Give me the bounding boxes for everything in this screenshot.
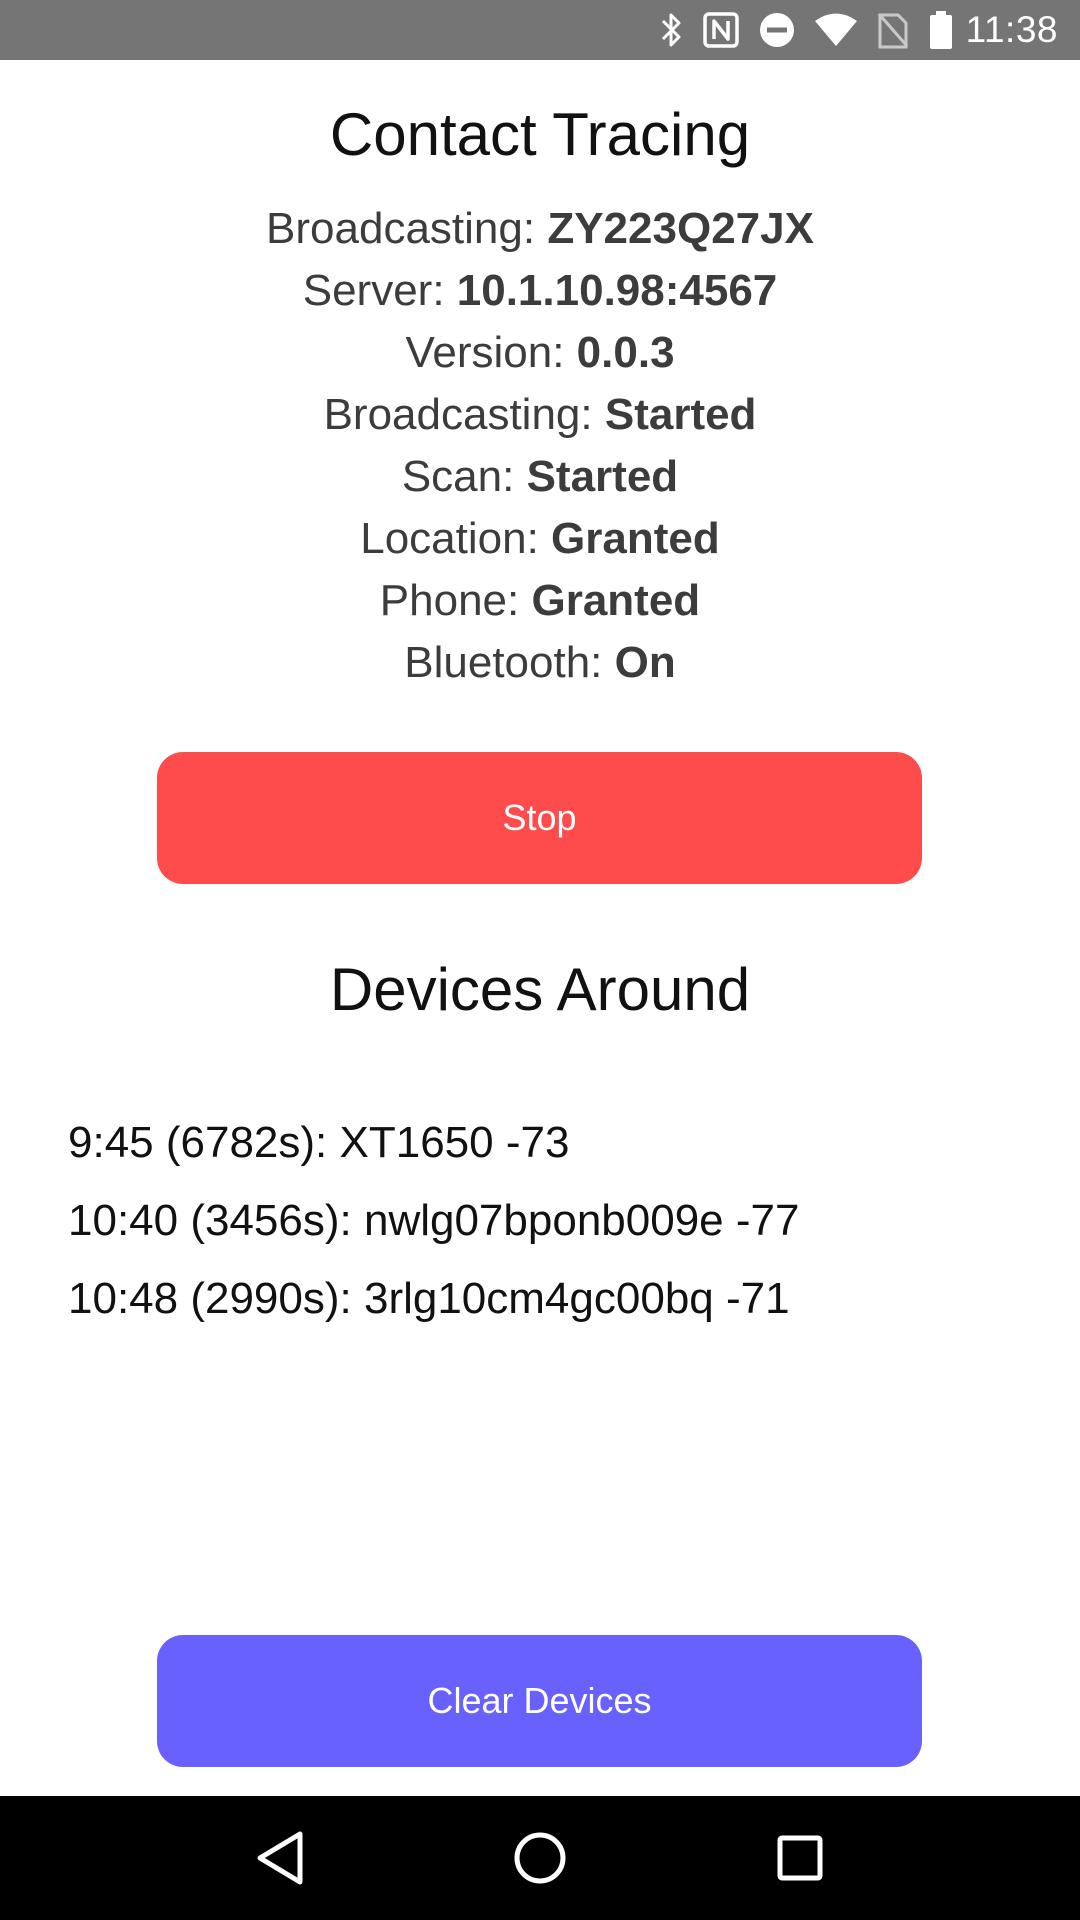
info-value: Started — [604, 390, 757, 439]
app-content: Contact Tracing Broadcasting: ZY223Q27JX… — [0, 60, 1080, 1796]
status-bar: 11:38 — [0, 0, 1080, 60]
home-icon[interactable] — [490, 1808, 590, 1908]
info-bluetooth: Bluetooth: On — [404, 638, 676, 687]
info-value: Started — [526, 452, 679, 501]
list-item: 9:45 (6782s): XT1650 -73 — [68, 1118, 570, 1167]
navigation-bar — [0, 1796, 1080, 1920]
battery-icon — [928, 10, 954, 50]
info-phone: Phone: Granted — [379, 576, 701, 625]
status-icons — [660, 10, 954, 50]
list-item: 10:40 (3456s): nwlg07bponb009e -77 — [68, 1196, 800, 1245]
devices-list: 9:45 (6782s): XT1650 -73 10:40 (3456s): … — [68, 1115, 1028, 1349]
info-broadcasting-status: Broadcasting: Started — [323, 390, 757, 439]
nfc-icon — [702, 11, 740, 49]
wifi-icon — [814, 12, 858, 48]
info-version: Version: 0.0.3 — [405, 328, 675, 377]
info-value: On — [614, 638, 676, 687]
info-scan: Scan: Started — [401, 452, 679, 501]
list-item: 10:48 (2990s): 3rlg10cm4gc00bq -71 — [68, 1274, 790, 1323]
info-location: Location: Granted — [360, 514, 720, 563]
stop-button[interactable]: Stop — [157, 752, 922, 884]
do-not-disturb-icon — [758, 11, 796, 49]
status-info: Broadcasting: ZY223Q27JX Server: 10.1.10… — [0, 198, 1080, 694]
info-broadcasting-id: Broadcasting: ZY223Q27JX — [266, 204, 814, 253]
info-value: 10.1.10.98:4567 — [456, 266, 778, 315]
recents-icon[interactable] — [750, 1808, 850, 1908]
no-sim-icon — [876, 11, 910, 49]
info-value: 0.0.3 — [576, 328, 675, 377]
clock: 11:38 — [965, 9, 1058, 50]
info-value: Granted — [531, 576, 701, 625]
back-icon[interactable] — [230, 1808, 330, 1908]
devices-title: Devices Around — [329, 956, 751, 1023]
info-server: Server: 10.1.10.98:4567 — [302, 266, 778, 315]
bluetooth-icon — [660, 11, 684, 49]
clear-devices-button[interactable]: Clear Devices — [157, 1635, 922, 1767]
info-value: Granted — [551, 514, 720, 563]
page-title: Contact Tracing — [329, 101, 751, 168]
info-value: ZY223Q27JX — [547, 204, 814, 253]
